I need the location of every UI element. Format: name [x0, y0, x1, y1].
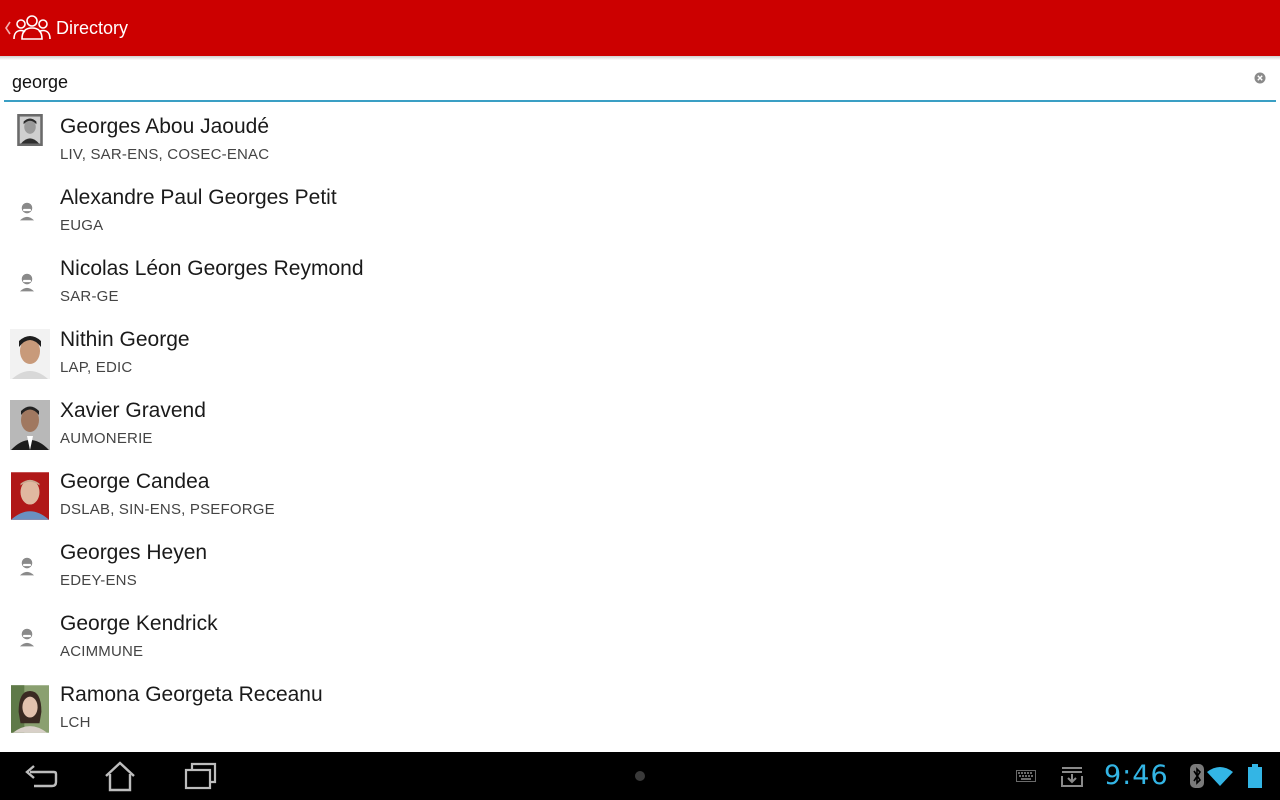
avatar — [11, 685, 49, 733]
results-list: Georges Abou Jaoudé LIV, SAR-ENS, COSEC-… — [0, 104, 1280, 748]
person-units: EUGA — [60, 217, 104, 234]
person-units: LAP, EDIC — [60, 359, 133, 376]
person-units: AUMONERIE — [60, 430, 153, 447]
download-icon[interactable] — [1060, 764, 1084, 788]
recent-apps-icon[interactable] — [180, 760, 220, 792]
placeholder-person-icon — [19, 557, 35, 576]
person-name: Alexandre Paul Georges Petit — [60, 186, 337, 209]
placeholder-person-icon — [19, 628, 35, 647]
people-group-icon[interactable] — [12, 12, 52, 44]
person-units: LIV, SAR-ENS, COSEC-ENAC — [60, 146, 270, 163]
page-title: Directory — [56, 18, 129, 38]
list-item[interactable]: George Kendrick ACIMMUNE — [0, 601, 1280, 672]
person-name: Georges Heyen — [60, 541, 208, 564]
list-item[interactable]: George Candea DSLAB, SIN-ENS, PSEFORGE — [0, 459, 1280, 530]
list-item[interactable]: Georges Abou Jaoudé LIV, SAR-ENS, COSEC-… — [0, 104, 1280, 175]
back-arrow-icon[interactable] — [20, 760, 60, 792]
battery-icon — [1248, 764, 1262, 788]
list-item[interactable]: Ramona Georgeta Receanu LCH — [0, 672, 1280, 743]
action-bar: Directory — [0, 0, 1280, 56]
chevron-left-icon[interactable] — [4, 20, 12, 36]
person-name: Xavier Gravend — [60, 399, 206, 422]
person-name: George Candea — [60, 470, 210, 493]
search-input[interactable] — [12, 70, 1232, 94]
person-name: Nicolas Léon Georges Reymond — [60, 257, 364, 280]
list-item[interactable]: Alexandre Paul Georges Petit EUGA — [0, 175, 1280, 246]
person-name: Nithin George — [60, 328, 190, 351]
list-item[interactable]: Nithin George LAP, EDIC — [0, 317, 1280, 388]
navigation-bar: 9:46 — [0, 752, 1280, 800]
clock[interactable]: 9:46 — [1104, 760, 1169, 791]
list-item[interactable]: Georges Heyen EDEY-ENS — [0, 530, 1280, 601]
clear-circle-icon[interactable] — [1254, 72, 1266, 84]
person-units: ACIMMUNE — [60, 643, 144, 660]
list-item[interactable]: Nicolas Léon Georges Reymond SAR-GE — [0, 246, 1280, 317]
keyboard-icon[interactable] — [1016, 770, 1036, 782]
list-item[interactable]: Xavier Gravend AUMONERIE — [0, 388, 1280, 459]
person-units: DSLAB, SIN-ENS, PSEFORGE — [60, 501, 275, 518]
person-units: LCH — [60, 714, 91, 731]
action-bar-shadow — [0, 56, 1280, 60]
person-units: SAR-GE — [60, 288, 119, 305]
avatar — [17, 114, 43, 146]
home-icon[interactable] — [100, 760, 140, 792]
avatar — [11, 472, 49, 520]
placeholder-person-icon — [19, 273, 35, 292]
person-name: George Kendrick — [60, 612, 218, 635]
person-name: Ramona Georgeta Receanu — [60, 683, 323, 706]
bluetooth-icon — [1190, 764, 1204, 788]
nav-indicator-dot — [635, 771, 645, 781]
placeholder-person-icon — [19, 202, 35, 221]
avatar — [10, 329, 50, 379]
person-units: EDEY-ENS — [60, 572, 137, 589]
search-field[interactable] — [4, 64, 1276, 102]
wifi-icon — [1207, 767, 1233, 786]
avatar — [10, 400, 50, 450]
person-name: Georges Abou Jaoudé — [60, 115, 269, 138]
